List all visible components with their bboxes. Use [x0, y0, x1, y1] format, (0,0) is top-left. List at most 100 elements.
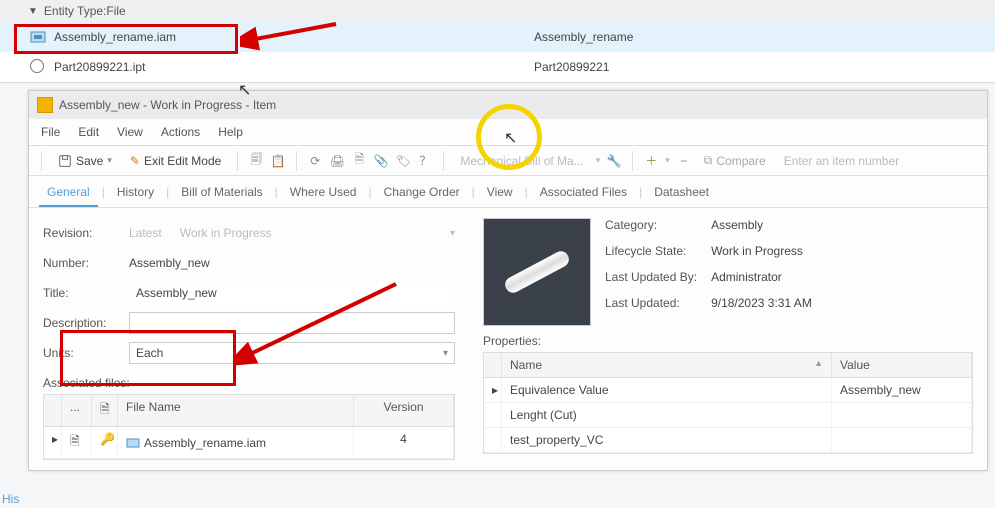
tab-change-order[interactable]: Change Order [376, 180, 468, 207]
chevron-down-icon: ▾ [665, 155, 670, 166]
save-button[interactable]: Save ▾ [52, 151, 118, 171]
exit-edit-button[interactable]: ✎ Exit Edit Mode [124, 151, 227, 171]
row-expander-icon[interactable]: ▸ [484, 378, 502, 402]
entity-item-name: Assembly_rename [534, 30, 633, 44]
title-value: Assembly_new [136, 286, 217, 300]
prop-name: Equivalence Value [502, 378, 832, 402]
add-icon[interactable]: ＋ [643, 153, 659, 169]
tab-view[interactable]: View [479, 180, 521, 207]
number-value: Assembly_new [129, 256, 455, 270]
category-label: Category: [605, 218, 697, 232]
revision-latest-button[interactable]: Latest [129, 226, 162, 240]
prop-value: Assembly_new [832, 378, 972, 402]
entity-item-name: Part20899221 [534, 60, 609, 74]
title-label: Title: [43, 286, 129, 300]
expander-col [44, 395, 62, 426]
associated-files-header: Associated files: [43, 376, 455, 390]
meta-panel: Category: Lifecycle State: Last Updated … [483, 218, 973, 326]
compare-button[interactable]: ⧉ Compare [698, 150, 772, 171]
description-label: Description: [43, 316, 129, 330]
updated-by-value: Administrator [711, 270, 812, 284]
exit-edit-label: Exit Edit Mode [144, 154, 221, 168]
updated-by-label: Last Updated By: [605, 270, 697, 284]
item-icon [37, 97, 53, 113]
category-value: Assembly [711, 218, 812, 232]
history-tab-stub[interactable]: His [2, 492, 19, 506]
tab-row: General| History| Bill of Materials| Whe… [29, 176, 987, 208]
paste-icon[interactable]: 📋 [270, 153, 286, 169]
associated-files-grid: ... 🗎 File Name Version ▸ 🗎 🔑 Assembly_r… [43, 394, 455, 460]
remove-icon[interactable]: − [676, 153, 692, 169]
save-label: Save [76, 154, 103, 168]
menu-edit[interactable]: Edit [78, 125, 99, 139]
tab-datasheet[interactable]: Datasheet [646, 180, 717, 207]
prop-value-header[interactable]: Value [832, 353, 972, 377]
version-header[interactable]: Version [354, 395, 454, 426]
part-icon [30, 59, 46, 75]
export-icon[interactable]: 🗎 [351, 153, 367, 169]
entity-file-name: Assembly_rename.iam [54, 30, 534, 44]
menu-file[interactable]: File [41, 125, 60, 139]
lifecycle-label: Lifecycle State: [605, 244, 697, 258]
table-row[interactable]: ▸ Equivalence Value Assembly_new [484, 378, 972, 403]
attach-icon[interactable]: 📎 [373, 153, 389, 169]
entity-file-name: Part20899221.ipt [54, 60, 534, 74]
chevron-down-icon: ▾ [107, 155, 112, 166]
prop-name-header[interactable]: Name ▲ [502, 353, 832, 377]
table-row[interactable]: ▸ 🗎 🔑 Assembly_rename.iam 4 [44, 427, 454, 459]
tab-where-used[interactable]: Where Used [282, 180, 365, 207]
menu-bar: File Edit View Actions Help [29, 119, 987, 145]
prop-name: Lenght (Cut) [502, 403, 832, 427]
entity-group-label: Entity Type:File [44, 4, 126, 18]
tab-general[interactable]: General [39, 180, 98, 207]
updated-value: 9/18/2023 3:31 AM [711, 296, 812, 310]
print-icon[interactable]: 🖨 [329, 153, 345, 169]
tab-history[interactable]: History [109, 180, 162, 207]
revision-label: Revision: [43, 226, 129, 240]
menu-actions[interactable]: Actions [161, 125, 200, 139]
thumbnail [483, 218, 591, 326]
link-icon: 🗎 [62, 427, 92, 458]
bom-dropdown[interactable]: Mechanical Bill of Ma... [454, 152, 589, 170]
window-title: Assembly_new - Work in Progress - Item [59, 98, 276, 112]
refresh-icon[interactable]: ⟳ [307, 153, 323, 169]
title-input[interactable]: Assembly_new [129, 282, 455, 304]
table-row[interactable]: test_property_VC [484, 428, 972, 453]
doc-col-header[interactable]: 🗎 [92, 395, 118, 426]
bom-go-icon[interactable]: 🔧 [606, 153, 622, 169]
units-value: Each [136, 346, 163, 360]
icon-col-header[interactable]: ... [62, 395, 92, 426]
copy-icon[interactable]: 🗐 [248, 153, 264, 169]
entity-list: ▼ Entity Type:File Assembly_rename.iam A… [0, 0, 995, 83]
collapse-triangle-icon[interactable]: ▼ [28, 6, 38, 17]
updated-label: Last Updated: [605, 296, 697, 310]
key-icon: 🔑 [92, 427, 118, 458]
tab-associated-files[interactable]: Associated Files [532, 180, 635, 207]
file-name-header[interactable]: File Name [118, 395, 354, 426]
assoc-file-version: 4 [354, 427, 454, 458]
compare-icon: ⧉ [704, 153, 713, 168]
lifecycle-value: Work in Progress [711, 244, 812, 258]
assembly-icon [30, 29, 46, 45]
row-expander-icon[interactable]: ▸ [44, 427, 62, 458]
revision-wip-button[interactable]: Work in Progress [180, 226, 272, 240]
number-label: Number: [43, 256, 129, 270]
window-titlebar: Assembly_new - Work in Progress - Item [29, 91, 987, 119]
entity-group-header[interactable]: ▼ Entity Type:File [0, 0, 995, 22]
table-row[interactable]: Lenght (Cut) [484, 403, 972, 428]
tag-icon[interactable]: 🏷 [395, 153, 411, 169]
assoc-file-name: Assembly_rename.iam [144, 436, 266, 450]
menu-help[interactable]: Help [218, 125, 243, 139]
menu-view[interactable]: View [117, 125, 143, 139]
units-dropdown[interactable]: Each [129, 342, 455, 364]
prop-value [832, 428, 972, 452]
prop-value [832, 403, 972, 427]
tab-bom[interactable]: Bill of Materials [173, 180, 270, 207]
entity-row[interactable]: Assembly_rename.iam Assembly_rename [0, 22, 995, 52]
item-search-input[interactable]: Enter an item number [778, 152, 979, 170]
description-input[interactable] [129, 312, 455, 334]
units-label: Units: [43, 346, 129, 360]
chevron-down-icon[interactable]: ▾ [450, 228, 455, 239]
entity-row[interactable]: Part20899221.ipt Part20899221 [0, 52, 995, 82]
help-icon[interactable]: ？ [417, 153, 433, 169]
